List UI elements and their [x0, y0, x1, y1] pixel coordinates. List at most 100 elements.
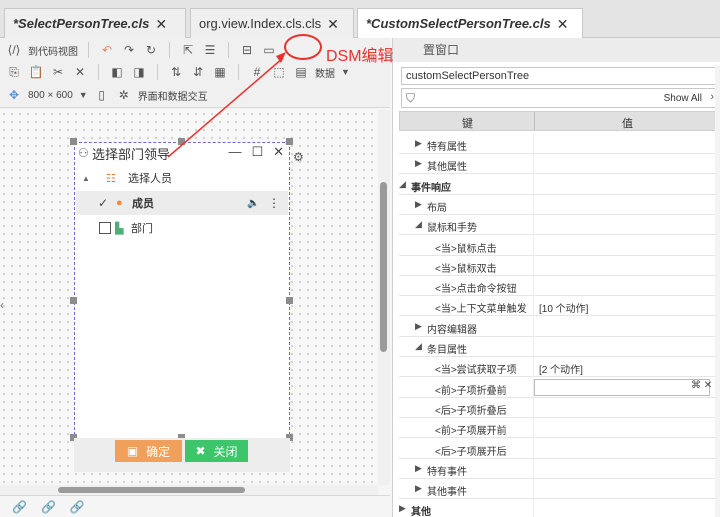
tree-node-member[interactable]: ✓ ● 成员 🔈 ⋮ — [76, 191, 288, 215]
redo-icon[interactable]: ↷ — [121, 42, 137, 58]
code-view-icon[interactable]: ⟨/⟩ — [6, 42, 22, 58]
scrollbar-thumb[interactable] — [380, 182, 387, 352]
ui-data-interaction-button[interactable]: 界面和数据交互 — [138, 88, 208, 103]
expand-icon[interactable]: ▶ — [415, 463, 422, 474]
bring-front-icon[interactable]: ◧ — [109, 64, 125, 80]
property-row[interactable]: <后>子项展开后 — [399, 438, 720, 459]
property-row[interactable]: <当>上下文菜单触发 [10 个动作] — [399, 296, 720, 317]
tree-node-dept[interactable]: ▙ 部门 — [76, 216, 288, 240]
chevron-right-icon[interactable]: › — [710, 91, 714, 103]
tab-custom-select-person-tree[interactable]: *CustomSelectPersonTree.cls ✕ — [357, 8, 583, 38]
send-back-icon[interactable]: ◨ — [131, 64, 147, 80]
expand-icon[interactable]: ▶ — [399, 503, 406, 514]
checkbox[interactable] — [99, 222, 111, 234]
settings-icon[interactable]: ✲ — [116, 87, 132, 103]
to-code-view-button[interactable]: 到代码视图 — [28, 43, 78, 58]
undo-icon[interactable]: ↶ — [99, 42, 115, 58]
hash-grid-icon[interactable]: # — [249, 64, 265, 80]
tree-node-root[interactable]: ▲ ☷ 选择人员 — [76, 166, 288, 190]
resize-handle[interactable] — [70, 138, 77, 145]
property-row[interactable]: ◢ 条目属性 — [399, 337, 720, 357]
grid-icon[interactable]: ▦ — [212, 64, 228, 80]
chevron-down-icon[interactable]: ▼ — [341, 67, 350, 77]
property-row[interactable]: <当>鼠标点击 — [399, 235, 720, 256]
filter-icon[interactable]: ⛉ — [406, 91, 415, 106]
move-icon[interactable]: ✥ — [6, 87, 22, 103]
speaker-icon[interactable]: 🔈 — [247, 198, 259, 209]
dialog-title-bar[interactable]: ⚇ 选择部门领导 — ☐ ✕ — [78, 144, 288, 162]
minimize-icon[interactable]: — — [228, 144, 241, 160]
expand-icon[interactable]: ▲ — [82, 174, 92, 183]
link-icon[interactable]: 🔗 — [70, 500, 85, 514]
collapse-icon[interactable]: ◢ — [415, 219, 422, 230]
property-row[interactable]: ◢ 鼠标和手势 — [399, 215, 720, 236]
sort-asc-icon[interactable]: ⇅ — [168, 64, 184, 80]
check-icon[interactable]: ✓ — [98, 196, 112, 210]
link-icon[interactable]: 🔗 — [41, 500, 56, 514]
close-icon[interactable]: ✕ — [273, 144, 284, 160]
link-icon[interactable]: 🔗 — [12, 500, 27, 514]
property-row[interactable]: <当>鼠标双击 — [399, 255, 720, 276]
property-row[interactable]: <当>尝试获取子项 [2 个动作] — [399, 357, 720, 378]
show-all-toggle[interactable]: Show All — [664, 93, 702, 104]
property-filter[interactable]: ⛉ Show All › — [401, 88, 717, 108]
property-row[interactable]: <当>点击命令按钮 — [399, 276, 720, 297]
property-row[interactable]: ◢ 事件响应 — [399, 174, 720, 195]
tab-select-person-tree[interactable]: *SelectPersonTree.cls ✕ — [4, 8, 186, 38]
property-row[interactable]: ▶ 特有事件 — [399, 458, 720, 479]
close-button[interactable]: ✖ 关闭 — [185, 440, 248, 462]
resize-handle[interactable] — [286, 138, 293, 145]
paste-icon[interactable]: 📋 — [28, 64, 44, 80]
editor-buttons-icon[interactable]: ⌘ ✕ — [691, 380, 712, 391]
object-selector[interactable]: customSelectPersonTree — [401, 67, 717, 85]
resize-handle[interactable] — [70, 297, 77, 304]
tree-node-label: 选择人员 — [128, 173, 172, 185]
delete-icon[interactable]: ✕ — [72, 64, 88, 80]
dsm-editor-icon[interactable]: ▭ — [261, 42, 277, 58]
data-icon[interactable]: ▤ — [293, 64, 309, 80]
gear-icon[interactable]: ⚙ — [293, 150, 304, 164]
property-value-editor[interactable] — [534, 378, 710, 396]
chevron-left-icon[interactable]: ‹ — [0, 298, 4, 312]
property-row[interactable]: ▶ 布局 — [399, 194, 720, 215]
data-menu[interactable]: 数据 — [315, 65, 335, 80]
list-icon[interactable]: ☰ — [202, 42, 218, 58]
vertical-scrollbar[interactable] — [378, 110, 390, 485]
canvas-size-select[interactable]: 800 × 600 — [28, 90, 73, 101]
maximize-icon[interactable]: ☐ — [251, 144, 263, 160]
close-icon[interactable]: ✕ — [557, 9, 569, 39]
chevron-down-icon[interactable]: ▼ — [79, 90, 88, 100]
resize-handle[interactable] — [178, 138, 185, 145]
tab-index-cls[interactable]: org.view.Index.cls.cls ✕ — [190, 8, 354, 38]
more-icon[interactable]: ⋮ — [268, 196, 280, 210]
collapse-icon[interactable]: ◢ — [399, 179, 406, 190]
sort-desc-icon[interactable]: ⇵ — [190, 64, 206, 80]
ok-button[interactable]: ▣ 确定 — [115, 440, 182, 462]
expand-icon[interactable]: ▶ — [415, 158, 422, 169]
collapse-icon[interactable]: ◢ — [415, 341, 422, 352]
property-row[interactable]: <后>子项折叠后 — [399, 397, 720, 418]
close-icon[interactable]: ✕ — [327, 9, 339, 39]
resize-handle[interactable] — [286, 297, 293, 304]
property-row[interactable]: <前>子项展开前 — [399, 418, 720, 439]
export-icon[interactable]: ⇱ — [180, 42, 196, 58]
mobile-icon[interactable]: ▯ — [94, 87, 110, 103]
expand-icon[interactable]: ▶ — [415, 483, 422, 494]
copy-icon[interactable]: ⎘ — [6, 64, 22, 80]
horizontal-scrollbar[interactable] — [0, 485, 378, 495]
property-row[interactable]: ▶ 其他 — [399, 499, 720, 517]
property-row[interactable]: <前>子项折叠前 ⌘ ✕ — [399, 377, 720, 398]
expand-icon[interactable]: ▶ — [415, 138, 422, 149]
scrollbar-thumb[interactable] — [58, 487, 245, 493]
expand-icon[interactable]: ▶ — [415, 321, 422, 332]
close-icon[interactable]: ✕ — [155, 9, 167, 39]
property-row[interactable]: ▶ 其他事件 — [399, 479, 720, 500]
property-row[interactable]: ▶ 其他属性 — [399, 154, 720, 175]
expand-icon[interactable]: ▶ — [415, 199, 422, 210]
property-row[interactable]: ▶ 特有属性 — [399, 134, 720, 154]
select-area-icon[interactable]: ⬚ — [271, 64, 287, 80]
property-row[interactable]: ▶ 内容编辑器 — [399, 316, 720, 337]
cut-icon[interactable]: ✂ — [50, 64, 66, 80]
split-icon[interactable]: ⊟ — [239, 42, 255, 58]
refresh-icon[interactable]: ↻ — [143, 42, 159, 58]
